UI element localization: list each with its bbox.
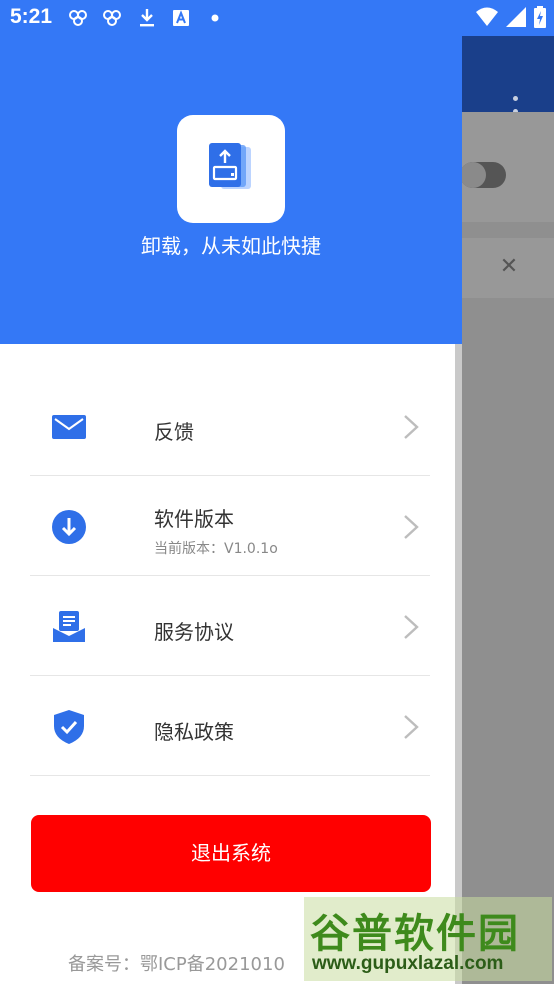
menu-item-label: 隐私政策	[154, 720, 234, 744]
watermark-url: www.gupuxlazal.com	[312, 953, 504, 974]
logout-button[interactable]: 退出系统	[31, 815, 431, 892]
download-status-icon	[136, 7, 158, 29]
menu-item-label: 服务协议	[154, 620, 234, 644]
chevron-right-icon	[402, 514, 420, 540]
dot-icon	[204, 7, 226, 29]
chevron-right-icon	[402, 614, 420, 640]
status-time: 5:21	[10, 5, 53, 28]
app-logo	[177, 115, 285, 223]
menu-item-label: 软件版本	[154, 507, 234, 531]
notification-icon	[68, 7, 90, 29]
menu-item-service-agreement[interactable]: 服务协议	[30, 576, 430, 676]
uninstall-app-icon	[201, 137, 261, 201]
drawer-header: 卸载，从未如此快捷	[0, 0, 462, 344]
menu-item-label: 反馈	[154, 420, 194, 444]
background-toggle[interactable]	[460, 162, 506, 188]
app-slogan: 卸载，从未如此快捷	[141, 234, 321, 258]
battery-icon	[534, 6, 546, 32]
signal-icon	[506, 7, 526, 31]
menu-item-feedback[interactable]: 反馈	[30, 376, 430, 476]
download-icon	[52, 510, 86, 544]
status-bar: 5:21	[0, 0, 554, 36]
chevron-right-icon	[402, 714, 420, 740]
watermark-title: 谷普软件园	[310, 911, 520, 957]
font-status-icon	[170, 7, 192, 29]
navigation-drawer: 卸载，从未如此快捷 反馈 软件版本 当前版本：V1.0.1o 服务协议 隐私政策…	[0, 0, 462, 984]
watermark: 谷普软件园 www.gupuxlazal.com	[304, 897, 552, 981]
shield-check-icon	[52, 710, 86, 744]
menu-item-version[interactable]: 软件版本 当前版本：V1.0.1o	[30, 476, 430, 576]
mail-icon	[52, 410, 86, 444]
wifi-icon	[476, 7, 498, 31]
chevron-right-icon	[402, 414, 420, 440]
drawer-menu: 反馈 软件版本 当前版本：V1.0.1o 服务协议 隐私政策	[30, 376, 430, 776]
agreement-icon	[52, 610, 86, 644]
version-text: 当前版本：V1.0.1o	[154, 541, 278, 557]
close-icon[interactable]: ✕	[496, 254, 522, 280]
drawer-edge	[455, 344, 462, 984]
notification-icon	[102, 7, 124, 29]
icp-record: 备案号：鄂ICP备2021010	[68, 954, 285, 975]
menu-item-privacy-policy[interactable]: 隐私政策	[30, 676, 430, 776]
